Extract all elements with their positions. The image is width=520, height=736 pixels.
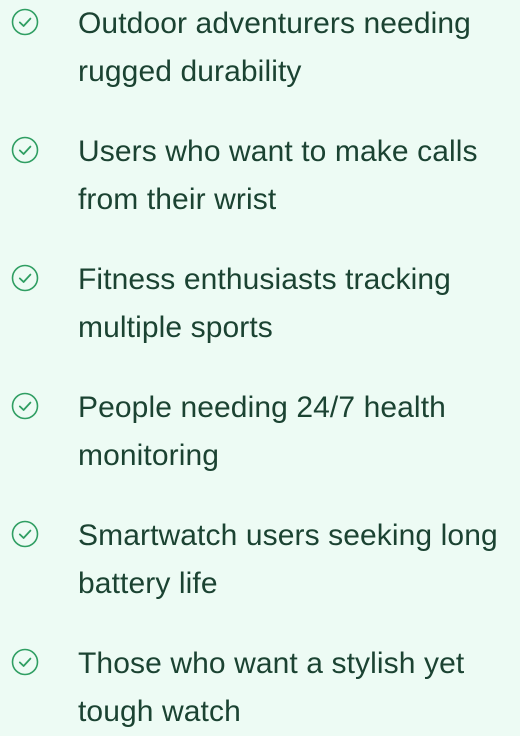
list-item-text: Those who want a stylish yet tough watch	[78, 647, 465, 728]
check-circle-icon	[11, 520, 39, 548]
check-circle-icon	[11, 8, 39, 36]
check-circle-icon	[11, 136, 39, 164]
list-item-text: Fitness enthusiasts tracking multiple sp…	[78, 263, 451, 344]
list-item-text: People needing 24/7 health monitoring	[78, 391, 446, 472]
check-circle-icon	[11, 648, 39, 676]
list-item-text: Outdoor adventurers needing rugged durab…	[78, 7, 471, 88]
list-item-text: Smartwatch users seeking long battery li…	[78, 519, 498, 600]
list-item-text: Users who want to make calls from their …	[78, 135, 478, 216]
check-circle-icon	[11, 264, 39, 292]
check-circle-icon	[11, 392, 39, 420]
